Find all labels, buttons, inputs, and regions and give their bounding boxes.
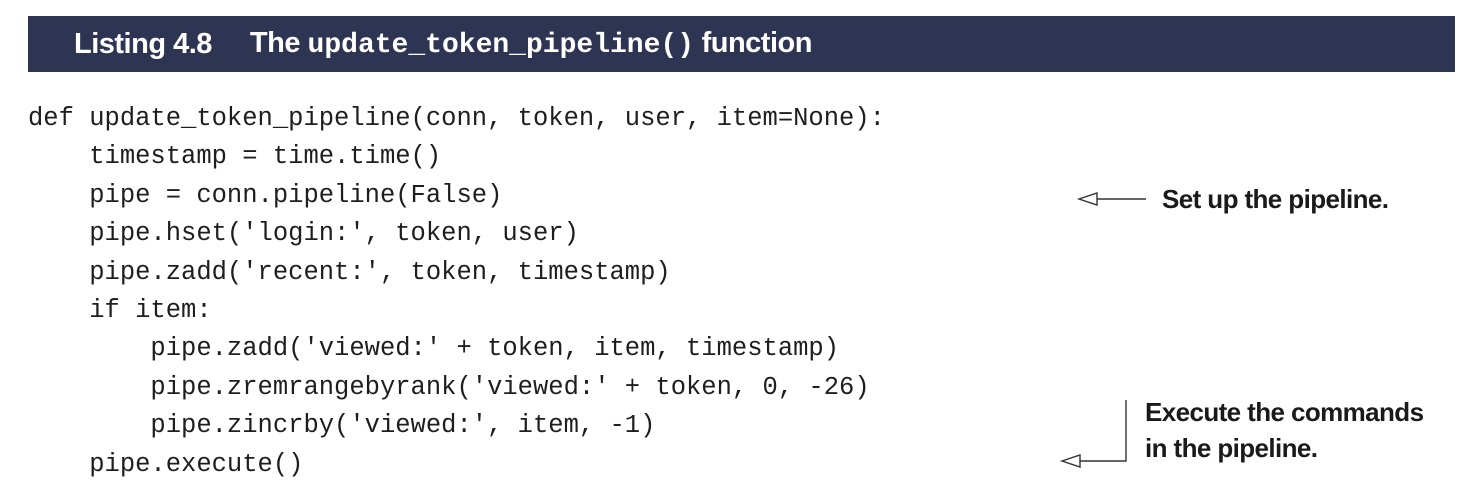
code-line: def update_token_pipeline(conn, token, u… <box>28 104 885 133</box>
listing-title: The update_token_pipeline() function <box>249 27 813 61</box>
code-line: pipe.zadd('viewed:' + token, item, times… <box>28 334 840 364</box>
code-line: if item: <box>28 295 212 325</box>
annotation-setup-pipeline: Set up the pipeline. <box>1162 184 1389 214</box>
code-line: pipe = conn.pipeline(False) <box>28 180 503 210</box>
execute-callout-arrow-icon <box>1059 400 1127 468</box>
listing-title-code: update_token_pipeline() <box>307 30 695 61</box>
listing-number: Listing 4.8 <box>74 27 212 60</box>
listing-title-suffix: function <box>701 27 813 59</box>
code-line: pipe.zremrangebyrank('viewed:' + token, … <box>28 372 870 402</box>
code-line: pipe.zadd('recent:', token, timestamp) <box>28 257 671 287</box>
code-line: pipe.hset('login:', token, user) <box>28 219 579 249</box>
code-line: pipe.execute() <box>28 449 304 479</box>
annotation-execute-line-2: in the pipeline. <box>1145 433 1318 463</box>
code-listing: def update_token_pipeline(conn, token, u… <box>28 100 885 484</box>
annotation-execute-line-1: Execute the commands <box>1145 397 1424 427</box>
code-line: timestamp = time.time() <box>28 142 442 172</box>
setup-callout-arrow-icon <box>1076 192 1146 206</box>
annotation-execute-pipeline: Execute the commands in the pipeline. <box>1145 394 1424 466</box>
listing-header: Listing 4.8 The update_token_pipeline() … <box>28 16 1455 72</box>
code-line: pipe.zincrby('viewed:', item, -1) <box>28 411 656 441</box>
listing-title-prefix: The <box>249 27 301 59</box>
